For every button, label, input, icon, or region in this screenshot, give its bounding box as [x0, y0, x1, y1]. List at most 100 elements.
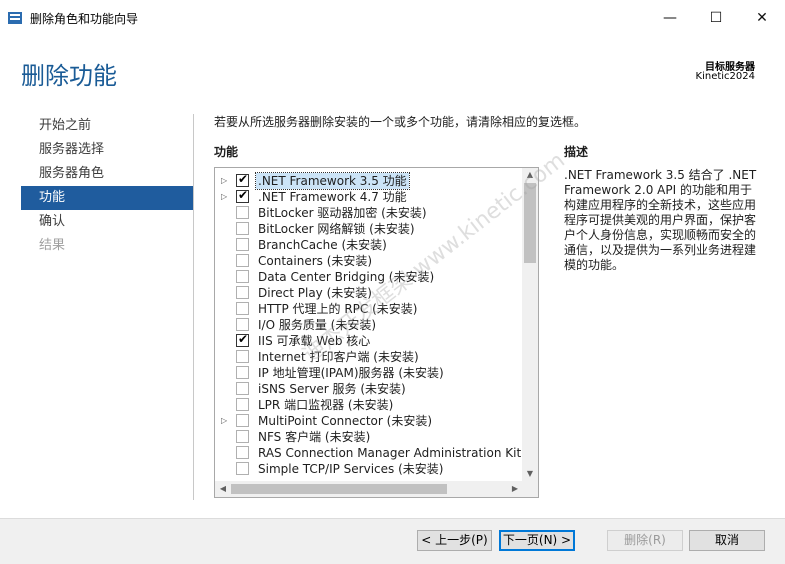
- checkmark-icon: ✔: [238, 332, 249, 346]
- feature-checkbox[interactable]: [236, 382, 249, 395]
- feature-checkbox[interactable]: [236, 270, 249, 283]
- feature-label: Simple TCP/IP Services (未安装): [258, 462, 444, 476]
- server-manager-icon: [8, 12, 22, 24]
- expand-arrow-icon[interactable]: ▷: [221, 175, 231, 187]
- feature-label: Data Center Bridging (未安装): [258, 270, 435, 284]
- feature-checkbox[interactable]: [236, 366, 249, 379]
- feature-row[interactable]: ▷ ✔ .NET Framework 3.5 功能: [215, 172, 523, 190]
- feature-label: IP 地址管理(IPAM)服务器 (未安装): [258, 366, 444, 380]
- feature-checkbox[interactable]: [236, 254, 249, 267]
- window-title: 删除角色和功能向导: [30, 12, 139, 26]
- feature-checkbox[interactable]: [236, 318, 249, 331]
- feature-row[interactable]: IP 地址管理(IPAM)服务器 (未安装): [215, 365, 523, 381]
- feature-checkbox[interactable]: ✔: [236, 188, 249, 203]
- feature-row[interactable]: BranchCache (未安装): [215, 237, 523, 253]
- feature-row[interactable]: NFS 客户端 (未安装): [215, 429, 523, 445]
- scroll-right-icon[interactable]: ▶: [507, 481, 523, 497]
- feature-checkbox[interactable]: [236, 302, 249, 315]
- feature-row[interactable]: Simple TCP/IP Services (未安装): [215, 461, 523, 477]
- scroll-up-icon[interactable]: ▲: [522, 168, 538, 182]
- nav-item-before-you-begin[interactable]: 开始之前: [21, 114, 193, 138]
- features-heading: 功能: [214, 145, 239, 159]
- feature-label: .NET Framework 4.7 功能: [258, 190, 407, 204]
- feature-label: iSNS Server 服务 (未安装): [258, 382, 406, 396]
- feature-row[interactable]: ▷ MultiPoint Connector (未安装): [215, 413, 523, 429]
- feature-label: BranchCache (未安装): [258, 238, 387, 252]
- nav-item-results: 结果: [39, 238, 66, 253]
- feature-row[interactable]: RAS Connection Manager Administration Ki…: [215, 445, 538, 461]
- feature-label: I/O 服务质量 (未安装): [258, 318, 377, 332]
- feature-row[interactable]: Internet 打印客户端 (未安装): [215, 349, 523, 365]
- instruction-text: 若要从所选服务器删除安装的一个或多个功能，请清除相应的复选框。: [214, 115, 587, 129]
- feature-checkbox[interactable]: [236, 446, 249, 459]
- maximize-button[interactable]: ☐: [693, 0, 739, 36]
- feature-row[interactable]: Data Center Bridging (未安装): [215, 269, 523, 285]
- cancel-button[interactable]: 取消: [689, 530, 765, 551]
- feature-label: Direct Play (未安装): [258, 286, 372, 300]
- minimize-icon: —: [663, 10, 677, 26]
- checkmark-icon: ✔: [238, 188, 249, 202]
- scroll-left-icon[interactable]: ◀: [215, 481, 231, 497]
- maximize-icon: ☐: [709, 10, 723, 26]
- next-button[interactable]: 下一页(N) >: [499, 530, 575, 551]
- feature-row[interactable]: BitLocker 网络解锁 (未安装): [215, 221, 523, 237]
- feature-row[interactable]: iSNS Server 服务 (未安装): [215, 381, 523, 397]
- feature-checkbox[interactable]: [236, 462, 249, 475]
- nav-item-features[interactable]: 功能: [21, 186, 193, 210]
- vertical-scroll-thumb[interactable]: [524, 183, 536, 263]
- minimize-button[interactable]: —: [647, 0, 693, 36]
- nav-item-server-roles[interactable]: 服务器角色: [21, 162, 193, 186]
- feature-row[interactable]: BitLocker 驱动器加密 (未安装): [215, 205, 523, 221]
- feature-row[interactable]: LPR 端口监视器 (未安装): [215, 397, 523, 413]
- feature-label: Containers (未安装): [258, 254, 373, 268]
- previous-button[interactable]: < 上一步(P): [417, 530, 492, 551]
- feature-checkbox[interactable]: [236, 206, 249, 219]
- close-icon: ✕: [756, 10, 768, 26]
- feature-label: Internet 打印客户端 (未安装): [258, 350, 419, 364]
- features-list[interactable]: ▷ ✔ .NET Framework 3.5 功能 ▷ ✔ .NET Framework …: [214, 167, 539, 498]
- feature-label: IIS 可承载 Web 核心: [258, 334, 371, 348]
- nav-item-server-selection[interactable]: 服务器选择: [21, 138, 193, 162]
- expand-arrow-icon[interactable]: ▷: [221, 191, 231, 203]
- feature-row[interactable]: Containers (未安装): [215, 253, 523, 269]
- feature-label: NFS 客户端 (未安装): [258, 430, 371, 444]
- description-heading: 描述: [564, 145, 589, 159]
- page-title: 删除功能: [21, 62, 117, 90]
- feature-row[interactable]: Direct Play (未安装): [215, 285, 523, 301]
- vertical-scrollbar[interactable]: ▲ ▼: [522, 168, 538, 481]
- horizontal-scrollbar[interactable]: ◀ ▶: [215, 481, 538, 497]
- feature-label: RAS Connection Manager Administration Ki…: [258, 446, 539, 460]
- close-button[interactable]: ✕: [739, 0, 785, 36]
- feature-checkbox[interactable]: [236, 286, 249, 299]
- feature-checkbox[interactable]: [236, 430, 249, 443]
- scroll-down-icon[interactable]: ▼: [522, 467, 538, 481]
- feature-label: .NET Framework 3.5 功能: [255, 172, 410, 190]
- feature-label: BitLocker 网络解锁 (未安装): [258, 222, 415, 236]
- feature-checkbox[interactable]: [236, 398, 249, 411]
- feature-row[interactable]: HTTP 代理上的 RPC (未安装): [215, 301, 523, 317]
- feature-label: HTTP 代理上的 RPC (未安装): [258, 302, 418, 316]
- nav-divider: [193, 114, 194, 500]
- horizontal-scroll-thumb[interactable]: [231, 484, 447, 494]
- remove-button: 删除(R): [607, 530, 683, 551]
- feature-row[interactable]: ▷ ✔ .NET Framework 4.7 功能: [215, 188, 523, 205]
- wizard-steps-nav: 开始之前 服务器选择 服务器角色 功能 确认 结果: [21, 114, 193, 258]
- features-list-rows: ▷ ✔ .NET Framework 3.5 功能 ▷ ✔ .NET Framework …: [215, 172, 538, 477]
- expand-arrow-icon[interactable]: ▷: [221, 415, 231, 427]
- feature-checkbox[interactable]: [236, 222, 249, 235]
- feature-checkbox[interactable]: [236, 414, 249, 427]
- title-bar: 删除角色和功能向导 — ☐ ✕: [0, 0, 785, 36]
- feature-checkbox[interactable]: ✔: [236, 172, 249, 187]
- feature-checkbox[interactable]: [236, 350, 249, 363]
- target-server-name: Kinetic2024: [695, 71, 755, 82]
- feature-label: LPR 端口监视器 (未安装): [258, 398, 394, 412]
- nav-item-confirmation[interactable]: 确认: [21, 210, 193, 234]
- description-text: .NET Framework 3.5 结合了 .NET Framework 2.…: [564, 168, 757, 272]
- feature-checkbox[interactable]: [236, 238, 249, 251]
- feature-label: MultiPoint Connector (未安装): [258, 414, 433, 428]
- feature-row[interactable]: ✔ IIS 可承载 Web 核心: [215, 332, 523, 349]
- checkmark-icon: ✔: [238, 172, 249, 186]
- feature-row[interactable]: I/O 服务质量 (未安装): [215, 317, 523, 333]
- feature-checkbox[interactable]: ✔: [236, 332, 249, 347]
- feature-label: BitLocker 驱动器加密 (未安装): [258, 206, 427, 220]
